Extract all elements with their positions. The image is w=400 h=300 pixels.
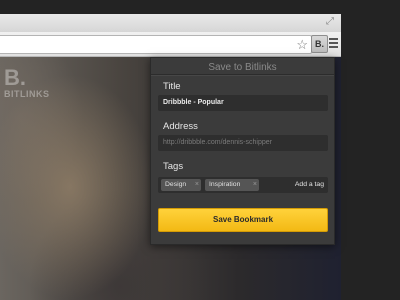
title-field[interactable]: Dribbble - Popular	[158, 95, 328, 111]
popup-title: Save to Bitlinks	[208, 62, 277, 73]
tag-label: Inspiration	[209, 181, 241, 188]
address-field[interactable]: http://dribbble.com/dennis-schipper	[158, 135, 328, 151]
tags-label: Tags	[163, 161, 184, 172]
address-label: Address	[163, 121, 198, 132]
bitlinks-extension-button[interactable]: B.	[311, 35, 328, 53]
save-bookmark-button[interactable]: Save Bookmark	[158, 208, 328, 232]
hamburger-menu-icon[interactable]	[329, 38, 338, 48]
bitlinks-brand-name: BITLINKS	[4, 89, 50, 99]
tags-field[interactable]: Design × Inspiration × Add a tag	[158, 177, 328, 193]
address-bar[interactable]: ☆	[0, 35, 312, 54]
title-label: Title	[163, 81, 181, 92]
browser-toolbar: ☆ B.	[0, 32, 341, 57]
bitlinks-logo: B.	[4, 65, 26, 90]
tag-design[interactable]: Design ×	[161, 179, 201, 191]
save-bookmark-popup: Save to Bitlinks Title Dribbble - Popula…	[150, 57, 335, 245]
star-icon[interactable]: ☆	[296, 36, 308, 53]
add-tag-input[interactable]: Add a tag	[295, 177, 324, 193]
tag-remove-icon[interactable]: ×	[195, 179, 199, 191]
divider	[151, 74, 334, 75]
window-titlebar: ⤢	[0, 14, 341, 32]
tag-label: Design	[165, 181, 187, 188]
fullscreen-icon[interactable]: ⤢	[326, 17, 336, 27]
tag-inspiration[interactable]: Inspiration ×	[205, 179, 259, 191]
tag-remove-icon[interactable]: ×	[253, 179, 257, 191]
